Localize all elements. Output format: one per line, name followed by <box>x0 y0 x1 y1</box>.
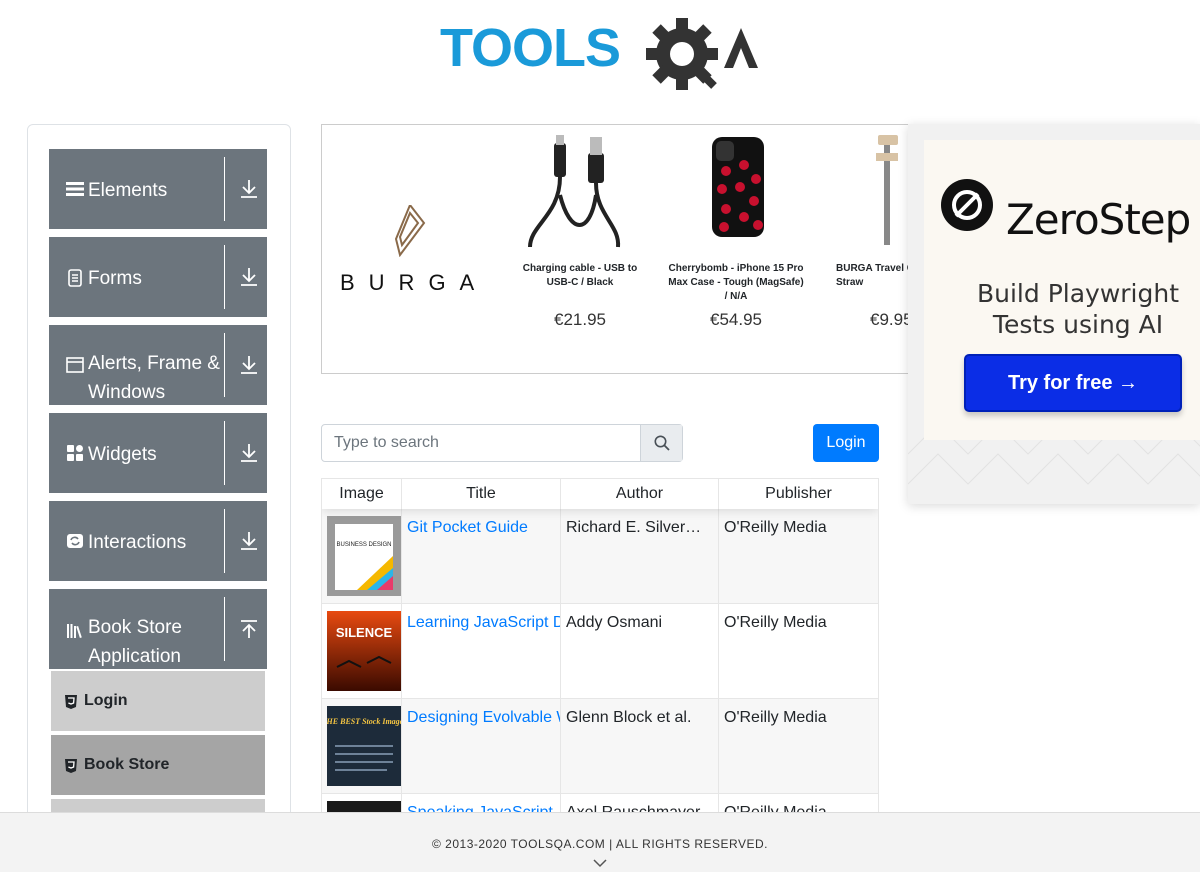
group-elements[interactable]: Elements <box>49 149 267 229</box>
group-interactions[interactable]: Interactions <box>49 501 267 581</box>
product-name: BURGA Travel Caramel / Straw <box>836 263 920 288</box>
grid-icon <box>67 445 83 461</box>
book-cover-text: THE BEST Stock Images <box>327 717 401 726</box>
column-header-title[interactable]: Title <box>402 479 561 509</box>
svg-text:TOOLS: TOOLS <box>440 18 620 78</box>
book-cover-image: BUSINESS DESIGN <box>327 516 401 596</box>
column-header-author[interactable]: Author <box>561 479 719 509</box>
menu-item-login[interactable]: Login <box>50 670 266 732</box>
zerostep-ad[interactable]: ZeroStep Build Playwright Tests using AI… <box>908 124 1200 504</box>
group-label: Alerts, Frame & Windows <box>88 353 220 403</box>
menu-item-label: Login <box>84 692 128 709</box>
product-name: Charging cable - USB to USB-C / Black <box>522 263 638 288</box>
group-divider <box>224 333 225 397</box>
group-forms[interactable]: Forms <box>49 237 267 317</box>
group-divider <box>224 421 225 485</box>
search-icon <box>654 435 670 451</box>
footer: © 2013-2020 TOOLSQA.COM | ALL RIGHTS RES… <box>0 812 1200 872</box>
image-cell: THE BEST Stock Images <box>322 699 402 794</box>
travel-straw-image <box>876 135 898 245</box>
author-cell: Richard E. Silverman <box>561 509 719 604</box>
download-arrow-icon[interactable] <box>240 443 258 463</box>
group-label: Forms <box>88 268 142 289</box>
group-label: Widgets <box>88 444 157 465</box>
table-row: SILENCE Learning JavaScript Design Patte… <box>322 604 878 699</box>
book-title-link[interactable]: Learning JavaScript Design Patterns <box>407 614 560 631</box>
window-icon <box>66 357 84 373</box>
group-book-store-application[interactable]: Book Store Application <box>49 589 267 669</box>
product-price: €9.95 <box>870 310 913 329</box>
group-divider <box>224 245 225 309</box>
document-icon <box>68 269 82 287</box>
usb-cable-image <box>528 135 621 248</box>
table-row: BUSINESS DESIGN Git Pocket Guide Richard… <box>322 509 878 604</box>
title-cell: Designing Evolvable Web APIs with ASP.NE… <box>402 699 561 794</box>
menu-item-label: Book Store <box>84 756 170 773</box>
toolsqa-logo[interactable]: TOOLS <box>440 14 770 92</box>
book-cover-text: SILENCE <box>336 625 393 640</box>
publisher-cell: O'Reilly Media <box>724 614 827 631</box>
product-price: €54.95 <box>710 310 762 329</box>
chevron-down-icon[interactable] <box>592 857 608 869</box>
login-button[interactable]: Login <box>813 424 879 462</box>
sync-icon <box>67 534 83 548</box>
books-icon <box>67 624 82 639</box>
product-card[interactable]: Cherrybomb - iPhone 15 Pro Max Case - To… <box>666 135 806 330</box>
download-arrow-icon[interactable] <box>240 531 258 551</box>
group-label: Elements <box>88 180 168 201</box>
menu-item-book-store[interactable]: Book Store <box>50 734 266 796</box>
title-cell: Git Pocket Guide <box>402 509 561 604</box>
burga-logo: BURGA <box>340 203 489 296</box>
search-button[interactable] <box>640 425 682 461</box>
image-cell: BUSINESS DESIGN <box>322 509 402 604</box>
group-widgets[interactable]: Widgets <box>49 413 267 493</box>
burga-wordmark: BURGA <box>340 270 489 295</box>
zerostep-logo-icon <box>941 179 993 231</box>
download-arrow-icon[interactable] <box>240 179 258 199</box>
publisher-cell: O'Reilly Media <box>724 709 827 726</box>
group-divider <box>224 509 225 573</box>
product-price: €21.95 <box>554 310 606 329</box>
search-input[interactable] <box>322 425 640 461</box>
book-cover-image: THE BEST Stock Images <box>327 706 401 786</box>
author-cell: Glenn Block et al. <box>561 699 719 794</box>
zerostep-card: ZeroStep Build Playwright Tests using AI… <box>924 140 1200 440</box>
book-cover-image: SILENCE <box>327 611 401 691</box>
book-title-link[interactable]: Designing Evolvable Web APIs with ASP.NE… <box>407 709 560 726</box>
zerostep-brand: ZeroStep <box>1006 195 1191 244</box>
column-header-image[interactable]: Image <box>322 479 402 509</box>
phone-case-image <box>712 137 764 237</box>
publisher-cell: O'Reilly Media <box>724 519 827 536</box>
book-cover-text: BUSINESS DESIGN <box>336 542 391 548</box>
product-card[interactable]: Charging cable - USB to USB-C / Black €2… <box>510 135 650 330</box>
zerostep-tagline: Build Playwright Tests using AI <box>976 279 1180 339</box>
title-cell: Learning JavaScript Design Patterns <box>402 604 561 699</box>
download-arrow-icon[interactable] <box>240 267 258 287</box>
download-arrow-icon[interactable] <box>240 355 258 375</box>
html5-icon <box>65 759 77 773</box>
image-cell: SILENCE <box>322 604 402 699</box>
group-label: Book Store Application <box>88 617 182 667</box>
burga-emblem-icon <box>394 203 426 258</box>
page: TOOLS Elements Forms Alerts, Frame & Win… <box>0 0 1200 872</box>
group-alerts-frame-windows[interactable]: Alerts, Frame & Windows <box>49 325 267 405</box>
product-card[interactable]: BURGA Travel Caramel / Straw €9.95 <box>822 135 920 330</box>
book-title-link[interactable]: Git Pocket Guide <box>407 519 528 536</box>
upload-arrow-icon[interactable] <box>240 619 258 639</box>
group-divider <box>224 597 225 661</box>
product-name: Cherrybomb - iPhone 15 Pro Max Case - To… <box>668 263 804 302</box>
try-for-free-button[interactable]: Try for free → <box>964 354 1182 412</box>
list-icon <box>66 182 84 196</box>
table-row: THE BEST Stock Images Designing Evolvabl… <box>322 699 878 794</box>
group-label: Interactions <box>88 532 187 553</box>
copyright-text: © 2013-2020 TOOLSQA.COM | ALL RIGHTS RES… <box>432 837 768 851</box>
search-box <box>321 424 683 462</box>
column-header-publisher[interactable]: Publisher <box>719 479 878 509</box>
table-header: Image Title Author Publisher <box>322 479 878 509</box>
books-table: Image Title Author Publisher BUSINESS DE… <box>321 478 879 818</box>
group-divider <box>224 157 225 221</box>
ad-banner[interactable]: BURGA Charging cable - USB to USB-C / Bl… <box>321 124 921 374</box>
html5-icon <box>65 695 77 709</box>
author-cell: Addy Osmani <box>561 604 719 699</box>
